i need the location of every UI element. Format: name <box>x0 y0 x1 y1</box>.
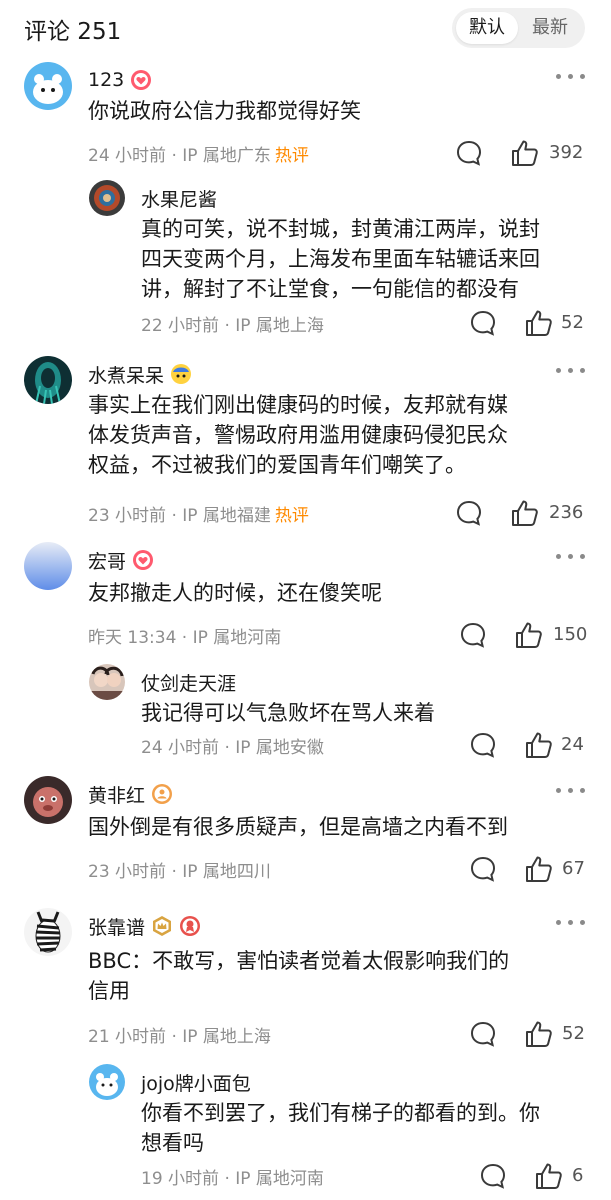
more-icon[interactable] <box>556 74 586 82</box>
more-icon[interactable] <box>556 920 586 928</box>
comment-meta: 22 小时前 · IP 属地上海 <box>141 311 324 336</box>
comment-text: 我记得可以气急败坏在骂人来着 <box>141 701 435 725</box>
reply-bubble-icon[interactable] <box>479 1162 507 1190</box>
hot-comment-tag: 热评 <box>274 146 309 166</box>
yellow-emoji-badge-icon <box>170 363 192 385</box>
reply-bubble-icon[interactable] <box>469 309 497 337</box>
gold-crown-badge-icon <box>151 915 173 937</box>
thumbs-up-icon[interactable] <box>510 498 540 528</box>
like-count: 236 <box>549 502 584 523</box>
username[interactable]: 水果尼酱 <box>141 185 217 212</box>
like-count: 24 <box>561 734 584 755</box>
thumbs-up-icon[interactable] <box>510 138 540 168</box>
reply-bubble-icon[interactable] <box>455 139 483 167</box>
name-row: 张靠谱 <box>88 912 201 940</box>
username[interactable]: 张靠谱 <box>88 913 145 940</box>
comment-meta: 24 小时前 · IP 属地广东 热评 <box>88 141 309 166</box>
thumbs-up-icon[interactable] <box>514 620 544 650</box>
name-row: jojo牌小面包 <box>141 1068 251 1096</box>
comments-header: 评论 251 默认 最新 <box>0 0 611 56</box>
comment-actions: 52 <box>469 308 589 338</box>
name-row: 宏哥 <box>88 546 154 574</box>
avatar[interactable] <box>89 180 125 216</box>
comment-time-location: 24 小时前 · IP 属地安徽 <box>141 738 324 758</box>
avatar[interactable] <box>24 542 72 590</box>
comment-time-location: 24 小时前 · IP 属地广东 <box>88 146 271 166</box>
comment-actions: 24 <box>469 730 589 760</box>
sort-toggle: 默认 最新 <box>452 8 585 48</box>
avatar[interactable] <box>24 356 72 404</box>
comment-time-location: 22 小时前 · IP 属地上海 <box>141 316 324 336</box>
comment-time-location: 19 小时前 · IP 属地河南 <box>141 1169 324 1189</box>
sort-latest-tab[interactable]: 最新 <box>519 12 581 44</box>
name-row: 仗剑走天涯 <box>141 668 236 696</box>
avatar[interactable] <box>24 908 72 956</box>
avatar[interactable] <box>24 62 72 110</box>
comment-meta: 19 小时前 · IP 属地河南 <box>141 1164 324 1189</box>
comment-text: 事实上在我们刚出健康码的时候，友邦就有媒 体发货声音，警惕政府用滥用健康码侵犯民… <box>88 393 508 477</box>
reply-bubble-icon[interactable] <box>469 1020 497 1048</box>
like-count: 67 <box>562 858 585 879</box>
more-icon[interactable] <box>556 788 586 796</box>
username[interactable]: 水煮呆呆 <box>88 361 164 388</box>
comment-text: 国外倒是有很多质疑声，但是高墙之内看不到 <box>88 815 508 839</box>
comment-actions: 392 <box>455 138 590 168</box>
avatar[interactable] <box>89 1064 125 1100</box>
comment-text: 你看不到罢了，我们有梯子的都看的到。你 想看吗 <box>141 1101 540 1155</box>
thumbs-up-icon[interactable] <box>524 730 554 760</box>
reply-bubble-icon[interactable] <box>469 731 497 759</box>
thumbs-up-icon[interactable] <box>524 308 554 338</box>
thumbs-up-icon[interactable] <box>524 1019 554 1049</box>
reply-bubble-icon[interactable] <box>455 499 483 527</box>
comment-actions: 52 <box>469 1019 590 1049</box>
username[interactable]: 黄非红 <box>88 781 145 808</box>
name-row: 水果尼酱 <box>141 184 217 212</box>
thumbs-up-icon[interactable] <box>534 1161 564 1191</box>
sort-default-tab[interactable]: 默认 <box>456 12 518 44</box>
comment-text: BBC：不敢写，害怕读者觉着太假影响我们的 信用 <box>88 949 510 1003</box>
name-row: 123 <box>88 66 152 94</box>
comment-actions: 236 <box>455 498 590 528</box>
comment-meta: 23 小时前 · IP 属地福建 热评 <box>88 501 309 526</box>
red-heart-badge-icon <box>132 549 154 571</box>
comments-count-title: 评论 251 <box>24 19 122 45</box>
comment-meta: 24 小时前 · IP 属地安徽 <box>141 733 324 758</box>
more-icon[interactable] <box>556 368 586 376</box>
comment-time-location: 21 小时前 · IP 属地上海 <box>88 1027 271 1047</box>
comment-actions: 6 <box>479 1161 589 1191</box>
like-count: 392 <box>549 142 584 163</box>
comment-time-location: 昨天 13:34 · IP 属地河南 <box>88 628 282 648</box>
comment-time-location: 23 小时前 · IP 属地四川 <box>88 862 271 882</box>
avatar[interactable] <box>89 664 125 700</box>
comment-actions: 150 <box>459 620 590 650</box>
comment-time-location: 23 小时前 · IP 属地福建 <box>88 506 271 526</box>
reply-bubble-icon[interactable] <box>459 621 487 649</box>
comment-text: 你说政府公信力我都觉得好笑 <box>88 99 361 123</box>
username[interactable]: jojo牌小面包 <box>141 1069 251 1096</box>
username[interactable]: 123 <box>88 69 124 91</box>
more-icon[interactable] <box>556 554 586 562</box>
avatar[interactable] <box>24 776 72 824</box>
comment-meta: 23 小时前 · IP 属地四川 <box>88 857 271 882</box>
red-heart-badge-icon <box>130 69 152 91</box>
username[interactable]: 宏哥 <box>88 547 126 574</box>
orange-user-badge-icon <box>151 783 173 805</box>
username[interactable]: 仗剑走天涯 <box>141 669 236 696</box>
comment-text: 友邦撤走人的时候，还在傻笑呢 <box>88 581 382 605</box>
comment-meta: 昨天 13:34 · IP 属地河南 <box>88 623 281 648</box>
thumbs-up-icon[interactable] <box>524 854 554 884</box>
red-medal-badge-icon <box>179 915 201 937</box>
like-count: 52 <box>562 1023 585 1044</box>
like-count: 6 <box>572 1165 584 1186</box>
like-count: 52 <box>561 312 584 333</box>
name-row: 黄非红 <box>88 780 173 808</box>
name-row: 水煮呆呆 <box>88 360 192 388</box>
comment-actions: 67 <box>469 854 590 884</box>
reply-bubble-icon[interactable] <box>469 855 497 883</box>
comment-meta: 21 小时前 · IP 属地上海 <box>88 1022 271 1047</box>
comment-text: 真的可笑，说不封城，封黄浦江两岸，说封 四天变两个月，上海发布里面车轱辘话来回 … <box>141 217 540 301</box>
like-count: 150 <box>553 624 588 645</box>
hot-comment-tag: 热评 <box>274 506 309 526</box>
